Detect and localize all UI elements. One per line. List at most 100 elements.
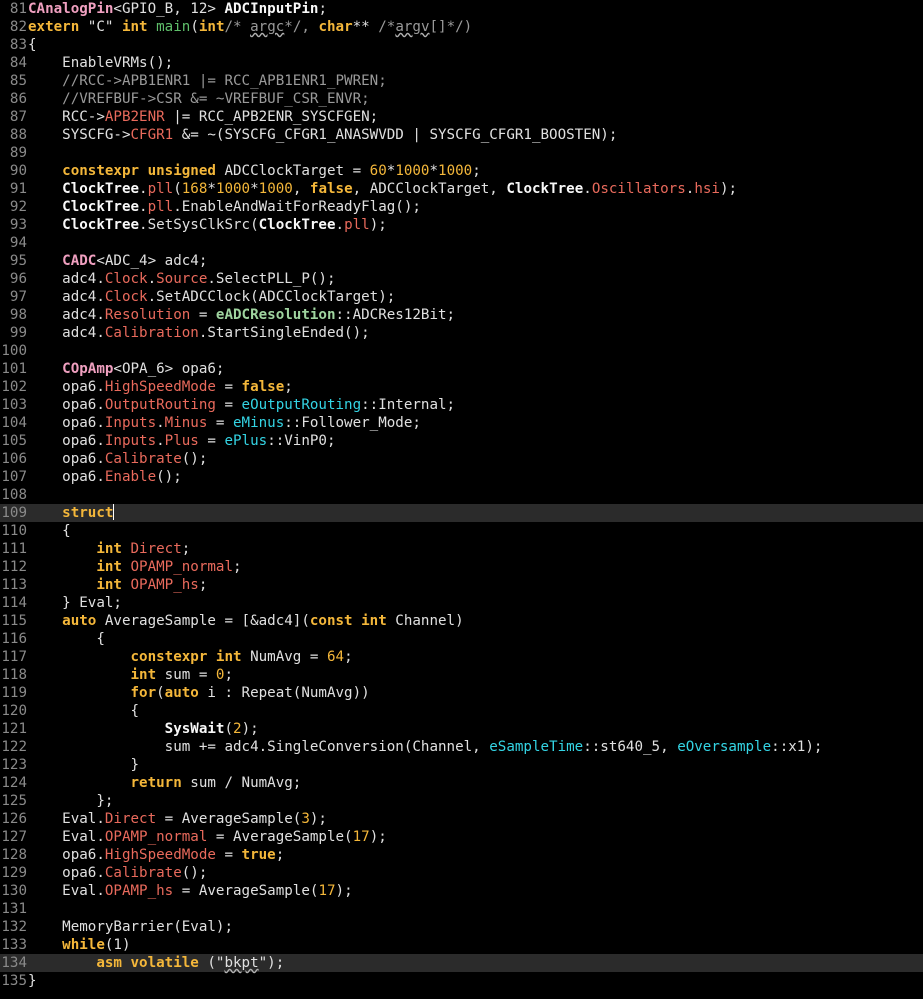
line-content[interactable]: } Eval;	[28, 594, 923, 612]
line-content[interactable]: auto AverageSample = [&adc4](const int C…	[28, 612, 923, 630]
line-content[interactable]: Eval.OPAMP_normal = AverageSample(17);	[28, 828, 923, 846]
line-content[interactable]: ClockTree.pll(168*1000*1000, false, ADCC…	[28, 180, 923, 198]
code-line[interactable]: 113 int OPAMP_hs;	[0, 576, 923, 594]
code-line[interactable]: 129 opa6.Calibrate();	[0, 864, 923, 882]
code-line[interactable]: 104 opa6.Inputs.Minus = eMinus::Follower…	[0, 414, 923, 432]
line-content[interactable]: asm volatile ("bkpt");	[28, 954, 923, 972]
code-line[interactable]: 83{	[0, 36, 923, 54]
line-content[interactable]: };	[28, 792, 923, 810]
code-line[interactable]: 111 int Direct;	[0, 540, 923, 558]
line-content[interactable]: opa6.OutputRouting = eOutputRouting::Int…	[28, 396, 923, 414]
line-content[interactable]: COpAmp<OPA_6> opa6;	[28, 360, 923, 378]
code-line[interactable]: 95 CADC<ADC_4> adc4;	[0, 252, 923, 270]
code-line[interactable]: 120 {	[0, 702, 923, 720]
line-content[interactable]: opa6.Enable();	[28, 468, 923, 486]
line-content[interactable]: extern "C" int main(int/* argc*/, char**…	[28, 18, 923, 36]
code-line[interactable]: 96 adc4.Clock.Source.SelectPLL_P();	[0, 270, 923, 288]
line-content[interactable]: int OPAMP_hs;	[28, 576, 923, 594]
code-line[interactable]: 91 ClockTree.pll(168*1000*1000, false, A…	[0, 180, 923, 198]
code-line[interactable]: 94	[0, 234, 923, 252]
code-line[interactable]: 105 opa6.Inputs.Plus = ePlus::VinP0;	[0, 432, 923, 450]
code-line[interactable]: 107 opa6.Enable();	[0, 468, 923, 486]
code-line[interactable]: 121 SysWait(2);	[0, 720, 923, 738]
line-content[interactable]: CAnalogPin<GPIO_B, 12> ADCInputPin;	[28, 0, 923, 18]
line-content[interactable]: CADC<ADC_4> adc4;	[28, 252, 923, 270]
code-line[interactable]: 101 COpAmp<OPA_6> opa6;	[0, 360, 923, 378]
code-line[interactable]: 90 constexpr unsigned ADCClockTarget = 6…	[0, 162, 923, 180]
line-content[interactable]	[28, 486, 923, 504]
line-content[interactable]	[28, 144, 923, 162]
code-line[interactable]: 82 extern "C" int main(int/* argc*/, char…	[0, 18, 923, 36]
line-content[interactable]: for(auto i : Repeat(NumAvg))	[28, 684, 923, 702]
code-line[interactable]: 109 struct	[0, 504, 923, 522]
line-content[interactable]: int sum = 0;	[28, 666, 923, 684]
code-line[interactable]: 118 int sum = 0;	[0, 666, 923, 684]
code-line[interactable]: 114 } Eval;	[0, 594, 923, 612]
code-line[interactable]: 126 Eval.Direct = AverageSample(3);	[0, 810, 923, 828]
code-line[interactable]: 89	[0, 144, 923, 162]
code-line[interactable]: 127 Eval.OPAMP_normal = AverageSample(17…	[0, 828, 923, 846]
code-line[interactable]: 84 EnableVRMs();	[0, 54, 923, 72]
code-line[interactable]: 86 //VREFBUF->CSR &= ~VREFBUF_CSR_ENVR;	[0, 90, 923, 108]
line-content[interactable]: {	[28, 36, 923, 54]
code-line[interactable]: 134 asm volatile ("bkpt");	[0, 954, 923, 972]
line-content[interactable]: adc4.Resolution = eADCResolution::ADCRes…	[28, 306, 923, 324]
line-content[interactable]	[28, 342, 923, 360]
line-content[interactable]: {	[28, 702, 923, 720]
line-content[interactable]: opa6.Calibrate();	[28, 450, 923, 468]
code-line[interactable]: 132 MemoryBarrier(Eval);	[0, 918, 923, 936]
code-line[interactable]: 108	[0, 486, 923, 504]
code-line[interactable]: 116 {	[0, 630, 923, 648]
code-line[interactable]: 117 constexpr int NumAvg = 64;	[0, 648, 923, 666]
code-line[interactable]: 133 while(1)	[0, 936, 923, 954]
line-content[interactable]: constexpr int NumAvg = 64;	[28, 648, 923, 666]
line-content[interactable]: ClockTree.SetSysClkSrc(ClockTree.pll);	[28, 216, 923, 234]
code-line[interactable]: 93 ClockTree.SetSysClkSrc(ClockTree.pll)…	[0, 216, 923, 234]
code-line[interactable]: 87 RCC->APB2ENR |= RCC_APB2ENR_SYSCFGEN;	[0, 108, 923, 126]
line-content[interactable]: ClockTree.pll.EnableAndWaitForReadyFlag(…	[28, 198, 923, 216]
line-content[interactable]: {	[28, 630, 923, 648]
line-content[interactable]: struct	[28, 504, 923, 522]
line-content[interactable]: //RCC->APB1ENR1 |= RCC_APB1ENR1_PWREN;	[28, 72, 923, 90]
line-content[interactable]: SysWait(2);	[28, 720, 923, 738]
line-content[interactable]: SYSCFG->CFGR1 &= ~(SYSCFG_CFGR1_ANASWVDD…	[28, 126, 923, 144]
code-line[interactable]: 85 //RCC->APB1ENR1 |= RCC_APB1ENR1_PWREN…	[0, 72, 923, 90]
line-content[interactable]: opa6.Calibrate();	[28, 864, 923, 882]
line-content[interactable]: }	[28, 756, 923, 774]
code-line[interactable]: 131	[0, 900, 923, 918]
line-content[interactable]: opa6.HighSpeedMode = true;	[28, 846, 923, 864]
line-content[interactable]: adc4.Clock.Source.SelectPLL_P();	[28, 270, 923, 288]
code-line[interactable]: 99 adc4.Calibration.StartSingleEnded();	[0, 324, 923, 342]
line-content[interactable]: sum += adc4.SingleConversion(Channel, eS…	[28, 738, 923, 756]
code-line[interactable]: 128 opa6.HighSpeedMode = true;	[0, 846, 923, 864]
code-line[interactable]: 102 opa6.HighSpeedMode = false;	[0, 378, 923, 396]
line-content[interactable]: MemoryBarrier(Eval);	[28, 918, 923, 936]
line-content[interactable]: RCC->APB2ENR |= RCC_APB2ENR_SYSCFGEN;	[28, 108, 923, 126]
code-line[interactable]: 110 {	[0, 522, 923, 540]
code-line[interactable]: 98 adc4.Resolution = eADCResolution::ADC…	[0, 306, 923, 324]
code-line[interactable]: 135}	[0, 972, 923, 990]
code-line[interactable]: 125 };	[0, 792, 923, 810]
code-line[interactable]: 112 int OPAMP_normal;	[0, 558, 923, 576]
line-content[interactable]: Eval.Direct = AverageSample(3);	[28, 810, 923, 828]
code-line[interactable]: 130 Eval.OPAMP_hs = AverageSample(17);	[0, 882, 923, 900]
line-content[interactable]: EnableVRMs();	[28, 54, 923, 72]
line-content[interactable]: adc4.Calibration.StartSingleEnded();	[28, 324, 923, 342]
line-content[interactable]: return sum / NumAvg;	[28, 774, 923, 792]
line-content[interactable]: adc4.Clock.SetADCClock(ADCClockTarget);	[28, 288, 923, 306]
line-content[interactable]: constexpr unsigned ADCClockTarget = 60 *1…	[28, 162, 923, 180]
code-line[interactable]: 103 opa6.OutputRouting = eOutputRouting:…	[0, 396, 923, 414]
line-content[interactable]: while(1)	[28, 936, 923, 954]
code-line[interactable]: 123 }	[0, 756, 923, 774]
line-content[interactable]: opa6.HighSpeedMode = false;	[28, 378, 923, 396]
line-content[interactable]: opa6.Inputs.Plus = ePlus::VinP0;	[28, 432, 923, 450]
line-content[interactable]: int OPAMP_normal;	[28, 558, 923, 576]
line-content[interactable]: opa6.Inputs.Minus = eMinus::Follower_Mod…	[28, 414, 923, 432]
code-line[interactable]: 97 adc4.Clock.SetADCClock(ADCClockTarget…	[0, 288, 923, 306]
code-editor[interactable]: 81 CAnalogPin<GPIO_B, 12> ADCInputPin; 82 e…	[0, 0, 923, 999]
line-content[interactable]: Eval.OPAMP_hs = AverageSample(17);	[28, 882, 923, 900]
code-line[interactable]: 106 opa6.Calibrate();	[0, 450, 923, 468]
line-content[interactable]: {	[28, 522, 923, 540]
code-line[interactable]: 81 CAnalogPin<GPIO_B, 12> ADCInputPin;	[0, 0, 923, 18]
code-line[interactable]: 115 auto AverageSample = [&adc4](const i…	[0, 612, 923, 630]
